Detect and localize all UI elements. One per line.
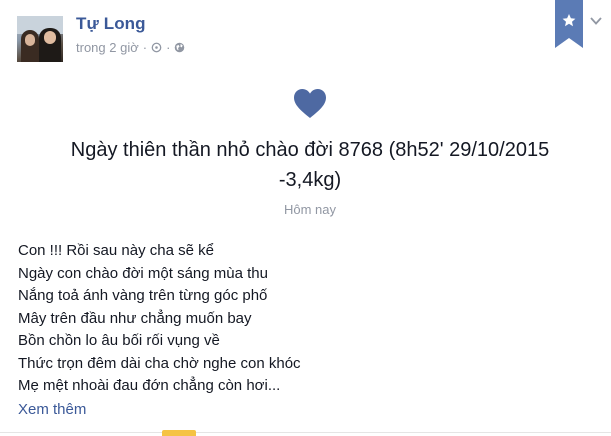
post-meta: trong 2 giờ · · [76, 40, 185, 55]
globe-icon[interactable] [174, 42, 185, 53]
meta-separator: · [142, 40, 148, 55]
author-name[interactable]: Tự Long [76, 14, 146, 34]
body-line: Mẹ mệt nhoài đau đớn chẳng còn hơi... [18, 377, 281, 394]
author-avatar[interactable] [17, 16, 63, 62]
post-card: Tự Long trong 2 giờ · · Ngày thiên thần … [0, 0, 611, 436]
life-event-title: Ngày thiên thần nhỏ chào đời 8768 (8h52'… [70, 139, 550, 191]
heart-icon [294, 89, 326, 118]
body-line: Con !!! Rồi sau này cha sẽ kể [18, 242, 214, 259]
life-event-date: Hôm nay [283, 202, 337, 217]
scroll-indicator [162, 430, 196, 436]
meta-separator-2: · [166, 40, 171, 55]
body-line: Bồn chồn lo âu bối rối vụng về [18, 332, 220, 349]
post-timestamp[interactable]: trong 2 giờ [76, 40, 139, 55]
divider [0, 432, 611, 433]
body-line: Mây trên đầu như chẳng muốn bay [18, 309, 252, 327]
see-more-link[interactable]: Xem thêm [18, 401, 86, 418]
body-line: Ngày con chào đời một sáng mùa thu [18, 264, 268, 282]
location-icon[interactable] [151, 42, 162, 53]
bookmark-icon[interactable] [555, 0, 583, 48]
body-line: Thức trọn đêm dài cha chờ nghe con khóc [18, 354, 301, 372]
body-line: Nắng toả ánh vàng trên từng góc phố [18, 287, 268, 304]
chevron-down-icon[interactable] [590, 16, 602, 26]
post-body: Con !!! Rồi sau này cha sẽ kể Ngày con c… [18, 240, 578, 398]
